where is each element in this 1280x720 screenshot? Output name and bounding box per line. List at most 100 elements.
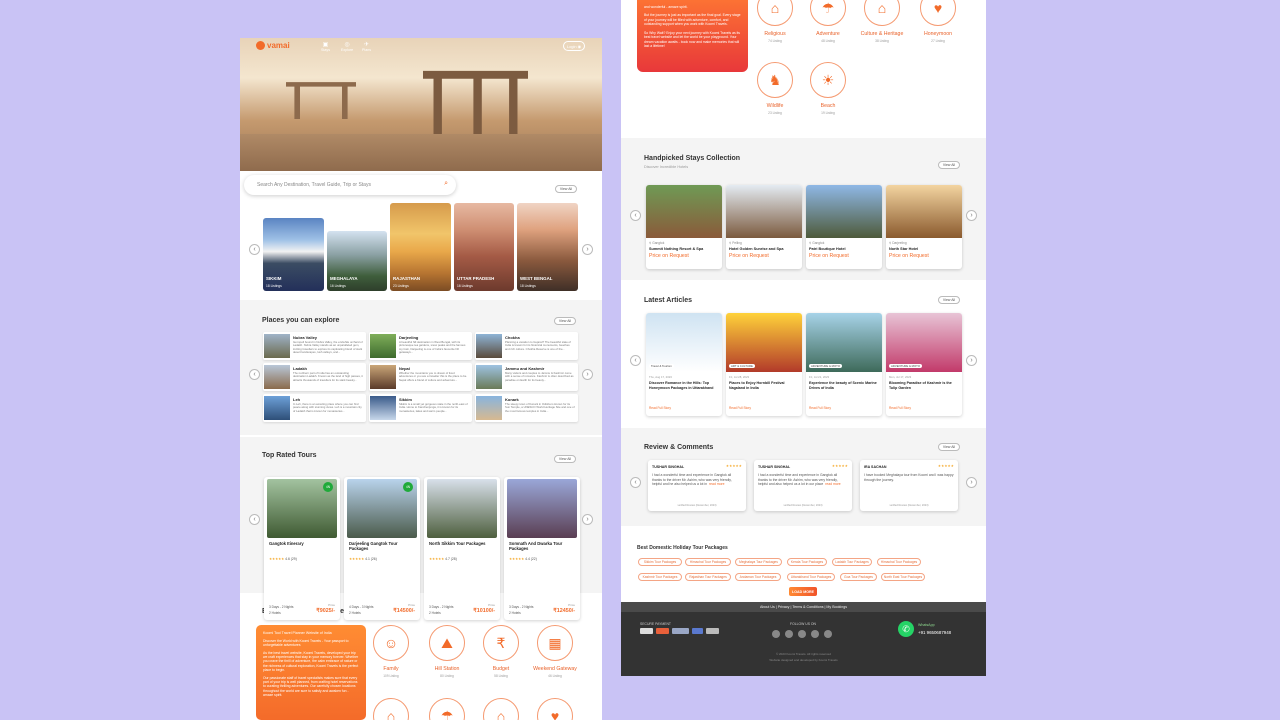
places-view-all-button[interactable]: View All [554, 317, 576, 325]
logo[interactable]: vamai [256, 41, 290, 50]
theme-option[interactable]: ☂ [810, 0, 846, 26]
place-card[interactable]: Darjeeling A beautiful hill destination i… [369, 332, 472, 360]
stay-card[interactable]: ⚲ Gangtok Summit Nothing Resort & Spa Pric… [646, 185, 722, 269]
reviews-view-all-button[interactable]: View All [938, 443, 960, 451]
tour-price: ₹12450/- [553, 608, 575, 614]
state-card[interactable]: WEST BENGAL 18 Listings [517, 203, 578, 291]
tours-next-arrow[interactable]: › [582, 514, 593, 525]
temple-icon: ⌂ [770, 0, 780, 16]
nav-stays[interactable]: ▣ Stays [321, 41, 330, 52]
package-chip[interactable]: Uttarakhand Tour Packages [787, 573, 835, 581]
article-card[interactable]: Travel & Tourism Thu, Aug 17, 2023 Discove… [646, 313, 722, 416]
place-card[interactable]: Sikkim Sikkim is a small yet gorgeous sta… [369, 394, 472, 422]
reviews-next-arrow[interactable]: › [966, 477, 977, 488]
article-read-link[interactable]: Read Full Story [729, 406, 751, 410]
state-card[interactable]: SIKKIM 18 Listings [263, 218, 324, 291]
theme-option[interactable]: ⌂ [373, 698, 409, 720]
stay-card[interactable]: ⚲ Gangtok Patri Boutique Hotel Price on Re… [806, 185, 882, 269]
package-chip[interactable]: Ladakh Tour Packages [832, 558, 872, 566]
place-card[interactable]: Nubra Valley Get spell bound in Nubra Val… [263, 332, 366, 360]
review-footer: verified Review (December, 2023) [783, 504, 823, 507]
theme-option[interactable]: ♥ [537, 698, 573, 720]
places-next-arrow[interactable]: › [582, 369, 593, 380]
articles-prev-arrow[interactable]: ‹ [630, 355, 641, 366]
articles-view-all-button[interactable]: View All [938, 296, 960, 304]
state-card[interactable]: MEGHALAYA 16 Listings [327, 231, 387, 291]
theme-option[interactable]: ⌂ [757, 0, 793, 26]
load-more-button[interactable]: LOAD MORE [789, 587, 817, 596]
tour-card[interactable]: North Sikkim Tour Packages ★★★★★ 4.7 (28)… [424, 477, 500, 620]
read-more-link[interactable]: read more [825, 482, 840, 486]
theme-option[interactable]: ⌂ [864, 0, 900, 26]
place-card[interactable]: Leh In Leh, there is an amazing place whe… [263, 394, 366, 422]
tour-image [427, 479, 497, 538]
reviews-prev-arrow[interactable]: ‹ [630, 477, 641, 488]
articles-next-arrow[interactable]: › [966, 355, 977, 366]
twitter-icon[interactable] [785, 630, 793, 638]
search-icon[interactable]: ⌕ [444, 180, 448, 188]
login-button[interactable]: Login ◉ [563, 41, 585, 51]
stay-card[interactable]: ⚲ Darjeeling North Star Hotel Price on Req… [886, 185, 962, 269]
tour-card[interactable]: Somnath And Dwarka Tour Packages ★★★★★ 4.… [504, 477, 580, 620]
nav-explore[interactable]: ◎ Explore [341, 41, 353, 52]
place-card[interactable]: Konark The sleepy town of Konark in Odish… [475, 394, 578, 422]
theme-option[interactable]: ▦ [537, 625, 573, 661]
article-card[interactable]: ADVENTURE & MOTO Mon, Jul 17, 2023 Bloomin… [886, 313, 962, 416]
theme-option[interactable]: ☀ [810, 62, 846, 98]
theme-option[interactable]: ☂ [429, 698, 465, 720]
whatsapp-icon[interactable]: ✆ [898, 621, 914, 637]
package-chip[interactable]: Andaman Tour Packages [735, 573, 781, 581]
footer-links[interactable]: About Us | Privacy | Terms & Conditions … [760, 605, 847, 609]
place-card[interactable]: Chokha Planning a vacation to Gujarat? Th… [475, 332, 578, 360]
pinterest-icon[interactable] [824, 630, 832, 638]
package-chip[interactable]: Himachal Tour Packages [877, 558, 921, 566]
youtube-icon[interactable] [811, 630, 819, 638]
article-card[interactable]: ADVENTURE & MOTO Fri, Jul 21, 2023 Experie… [806, 313, 882, 416]
tours-prev-arrow[interactable]: ‹ [249, 514, 260, 525]
package-chip[interactable]: Himachal Tour Packages [685, 558, 731, 566]
tour-card[interactable]: 4N Darjeeling Gangtok Tour Packages ★★★★★ … [344, 477, 420, 620]
place-card[interactable]: Jammu and Kashmir Many visitors and coupl… [475, 363, 578, 391]
state-card[interactable]: RAJASTHAN 23 Listings [390, 203, 451, 291]
whatsapp-phone[interactable]: +91 9650687948 [918, 630, 951, 635]
stays-next-arrow[interactable]: › [966, 210, 977, 221]
search-bar[interactable]: Search Any Destination, Travel Guide, Tr… [244, 175, 456, 195]
place-card[interactable]: Nepal Whether the mountains you to dream … [369, 363, 472, 391]
theme-option[interactable]: ♥ [920, 0, 956, 26]
package-chip[interactable]: Goa Tour Packages [840, 573, 877, 581]
state-card[interactable]: UTTAR PRADESH 16 Listings [454, 203, 514, 291]
facebook-icon[interactable] [772, 630, 780, 638]
theme-option[interactable]: ₹ [483, 625, 519, 661]
theme-option[interactable]: ⛰ [429, 625, 465, 661]
stays-view-all-button[interactable]: View All [938, 161, 960, 169]
package-chip[interactable]: Rajasthan Tour Packages [685, 573, 731, 581]
article-read-link[interactable]: Read Full Story [809, 406, 831, 410]
article-read-link[interactable]: Read Full Story [649, 406, 671, 410]
tour-card[interactable]: 4N Gangtok Itinerary ★★★★★ 4.6 (29) 3 Days … [264, 477, 340, 620]
package-chip[interactable]: Kashmir Tour Packages [638, 573, 682, 581]
article-date: Thu, Aug 17, 2023 [649, 375, 672, 379]
package-chip[interactable]: Sikkim Tour Packages [638, 558, 682, 566]
package-chip[interactable]: Kerala Tour Packages [787, 558, 827, 566]
theme-option[interactable]: ☺ [373, 625, 409, 661]
read-more-link[interactable]: read more [709, 482, 724, 486]
theme-option[interactable]: ⌂ [483, 698, 519, 720]
instagram-icon[interactable] [798, 630, 806, 638]
stay-card[interactable]: ⚲ Pelling Hotel Golden Sunrise and Spa Pri… [726, 185, 802, 269]
search-input[interactable]: Search Any Destination, Travel Guide, Tr… [257, 182, 371, 188]
nav-plans[interactable]: ✈ Plans [362, 41, 371, 52]
states-next-arrow[interactable]: › [582, 244, 593, 255]
discover-icon [672, 628, 689, 634]
places-prev-arrow[interactable]: ‹ [249, 369, 260, 380]
states-view-all-button[interactable]: View All [555, 185, 577, 193]
tours-view-all-button[interactable]: View All [554, 455, 576, 463]
article-read-link[interactable]: Read Full Story [889, 406, 911, 410]
states-prev-arrow[interactable]: ‹ [249, 244, 260, 255]
package-chip[interactable]: Meghalaya Tour Packages [735, 558, 782, 566]
package-chip[interactable]: North East Tour Packages [881, 573, 925, 581]
article-card[interactable]: ART & CULTURE Fri, Jul 28, 2023 Places to … [726, 313, 802, 416]
place-card[interactable]: Ladakh The northern part of India has an … [263, 363, 366, 391]
location-text: Gangtok [812, 241, 825, 245]
theme-option[interactable]: ♞ [757, 62, 793, 98]
stays-prev-arrow[interactable]: ‹ [630, 210, 641, 221]
